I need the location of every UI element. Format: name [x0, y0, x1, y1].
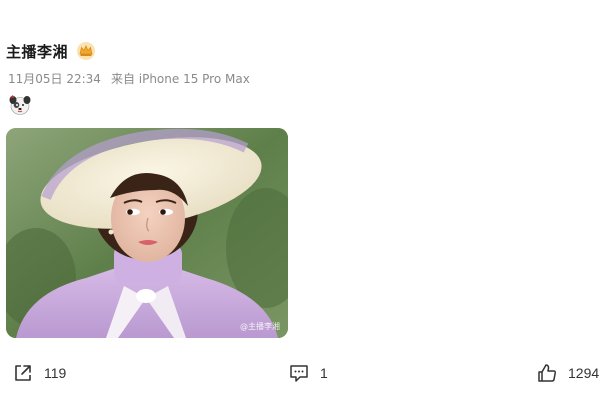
share-icon — [12, 362, 34, 384]
comment-button[interactable]: 1 — [288, 362, 328, 384]
share-button[interactable]: 119 — [12, 362, 66, 384]
action-bar: 119 1 1294 — [0, 362, 600, 388]
post-header: 主播李湘 — [6, 38, 96, 64]
image-watermark: @主播李湘 — [240, 322, 280, 331]
woman-in-hat-photo — [6, 128, 288, 338]
dog-emoji-icon — [8, 94, 32, 116]
weibo-post: 主播李湘 11月05日 22:34 来自 iPhone 15 Pro Max @… — [0, 0, 600, 400]
post-date: 11月05日 22:34 — [8, 72, 101, 86]
like-button[interactable]: 1294 — [536, 362, 599, 384]
author-name[interactable]: 主播李湘 — [6, 41, 68, 62]
thumbs-up-icon — [536, 362, 558, 384]
post-source: 来自 iPhone 15 Pro Max — [110, 72, 250, 86]
comment-count: 1 — [320, 365, 328, 381]
post-image[interactable]: @主播李湘 — [6, 128, 288, 338]
like-count: 1294 — [568, 365, 600, 381]
share-count: 119 — [44, 365, 67, 381]
crown-badge-icon[interactable] — [76, 41, 96, 61]
comment-icon — [288, 362, 310, 384]
post-meta: 11月05日 22:34 来自 iPhone 15 Pro Max — [8, 70, 250, 87]
